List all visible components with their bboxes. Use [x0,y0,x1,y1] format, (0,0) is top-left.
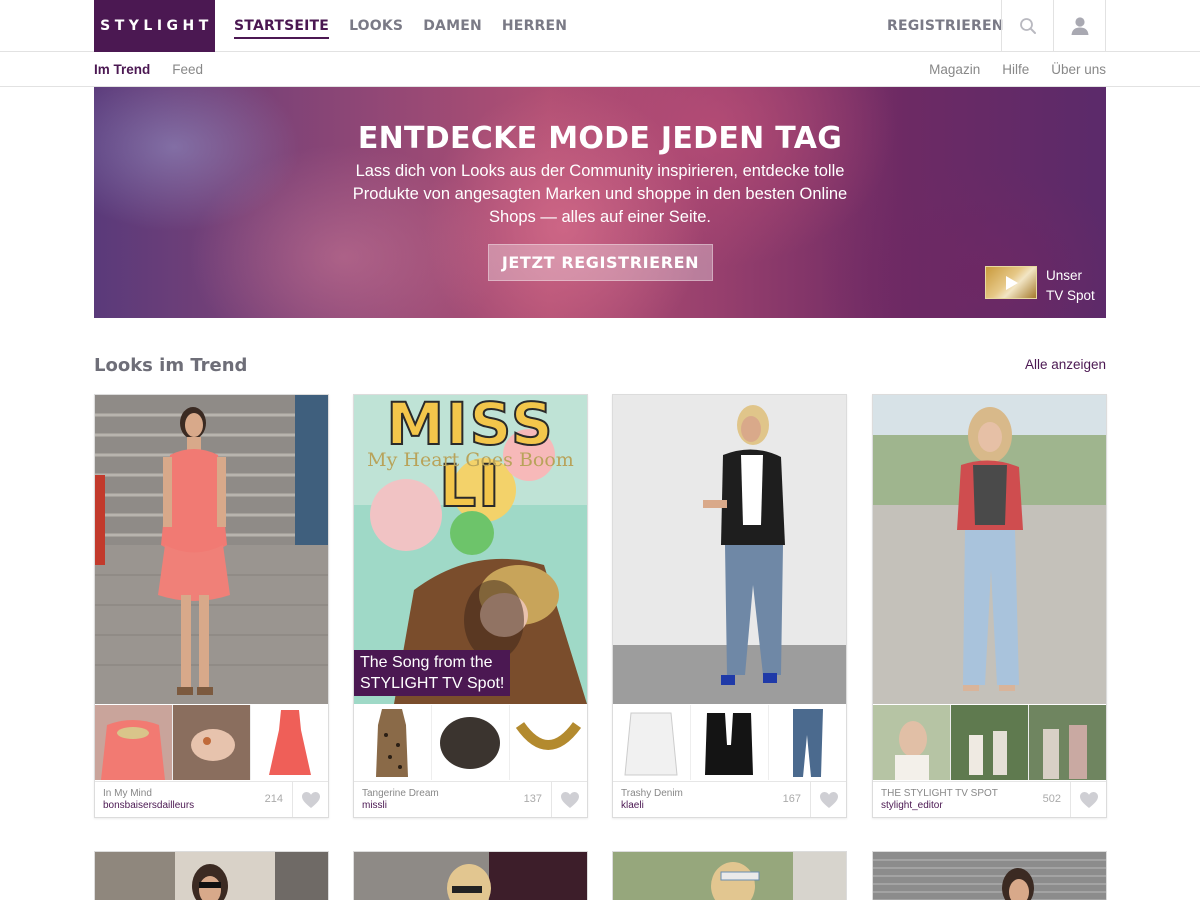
tv-spot-line2: TV Spot [1046,288,1095,303]
product-thumb[interactable] [95,705,172,780]
look-name[interactable]: Tangerine Dream [362,788,439,799]
product-thumb[interactable] [951,705,1028,780]
look-user[interactable]: bonsbaisersdailleurs [103,800,194,811]
like-button[interactable] [1070,782,1106,817]
main-nav: STARTSEITE LOOKS DAMEN HERREN [234,0,587,52]
look-image[interactable]: MISS LI My Heart Goes Boom The Song from… [354,395,587,704]
product-thumb[interactable] [691,705,768,780]
product-thumb[interactable] [613,705,690,780]
sub-nav: Im Trend Feed Magazin Hilfe Über uns [0,52,1200,87]
look-name[interactable]: THE STYLIGHT TV SPOT [881,788,998,799]
look-meta: In My Mind bonsbaisersdailleurs 214 [95,781,328,817]
top-header: STYLIGHT STARTSEITE LOOKS DAMEN HERREN R… [0,0,1200,52]
tv-spot-thumbnail[interactable] [985,266,1037,299]
heart-icon [1079,792,1098,808]
heart-icon [301,792,320,808]
look-card[interactable] [612,851,847,900]
nav-startseite[interactable]: STARTSEITE [234,14,330,39]
product-thumb[interactable] [510,705,587,780]
look-card[interactable]: In My Mind bonsbaisersdailleurs 214 [94,394,329,818]
subnav-ueber-uns[interactable]: Über uns [1051,62,1106,77]
register-link[interactable]: REGISTRIEREN [887,0,1004,52]
missli-subline: My Heart Goes Boom [367,449,574,471]
look-name[interactable]: In My Mind [103,788,152,799]
like-button[interactable] [810,782,846,817]
stylight-logo[interactable]: STYLIGHT [94,0,215,52]
like-count: 167 [782,793,801,805]
badge-line2: STYLIGHT TV Spot! [360,675,505,692]
look-image[interactable] [95,395,328,704]
product-thumb[interactable] [173,705,250,780]
badge-line1: The Song from the [360,654,493,671]
product-thumb[interactable] [251,705,328,780]
look-image[interactable] [873,395,1106,704]
look-card[interactable]: MISS LI My Heart Goes Boom The Song from… [353,394,588,818]
tv-spot-line1: Unser [1046,268,1083,283]
look-user[interactable]: missli [362,800,387,811]
hero-text: Lass dich von Looks aus der Community in… [352,162,848,226]
hero-banner: ENTDECKE MODE JEDEN TAG Lass dich von Lo… [94,87,1106,318]
user-icon [1071,17,1088,35]
play-icon [1006,275,1018,290]
look-user[interactable]: klaeli [621,800,644,811]
look-image[interactable] [613,395,846,704]
subnav-feed[interactable]: Feed [172,62,203,77]
look-meta: THE STYLIGHT TV SPOT stylight_editor 502 [873,781,1106,817]
nav-damen[interactable]: DAMEN [423,14,482,38]
look-card[interactable] [353,851,588,900]
show-all-link[interactable]: Alle anzeigen [1025,357,1106,372]
logo-text[interactable]: STYLIGHT [100,18,213,34]
look-meta: Trashy Denim klaeli 167 [613,781,846,817]
look-card[interactable]: Trashy Denim klaeli 167 [612,394,847,818]
tv-spot-badge: The Song from the STYLIGHT TV Spot! [354,650,511,696]
look-meta: Tangerine Dream missli 137 [354,781,587,817]
product-thumb[interactable] [432,705,509,780]
search-button[interactable] [1001,0,1054,52]
like-count: 214 [264,793,283,805]
account-button[interactable] [1053,0,1106,52]
tv-spot-link[interactable]: Unser TV Spot [985,266,1095,306]
product-thumbnails [95,705,328,780]
product-thumb[interactable] [1029,705,1106,780]
look-name[interactable]: Trashy Denim [621,788,683,799]
like-count: 137 [523,793,542,805]
subnav-magazin[interactable]: Magazin [929,62,980,77]
nav-looks[interactable]: LOOKS [349,14,403,38]
like-button[interactable] [292,782,328,817]
nav-herren[interactable]: HERREN [502,14,567,38]
product-thumbnails [613,705,846,780]
like-button[interactable] [551,782,587,817]
product-thumb[interactable] [873,705,950,780]
look-card[interactable]: THE STYLIGHT TV SPOT stylight_editor 502 [872,394,1107,818]
register-cta-button[interactable]: JETZT REGISTRIEREN [488,244,713,281]
product-thumbnails [354,705,587,780]
look-card[interactable] [94,851,329,900]
section-title: Looks im Trend [94,355,248,376]
heart-icon [819,792,838,808]
tv-spot-label[interactable]: Unser TV Spot [1046,266,1095,306]
look-user[interactable]: stylight_editor [881,800,943,811]
product-thumb[interactable] [769,705,846,780]
search-icon [1020,18,1036,34]
product-thumb[interactable] [354,705,431,780]
subnav-im-trend[interactable]: Im Trend [94,62,150,77]
product-thumbnails [873,705,1106,780]
heart-icon [560,792,579,808]
like-count: 502 [1042,793,1061,805]
hero-title: ENTDECKE MODE JEDEN TAG [357,121,843,156]
look-card[interactable] [872,851,1107,900]
subnav-hilfe[interactable]: Hilfe [1002,62,1029,77]
